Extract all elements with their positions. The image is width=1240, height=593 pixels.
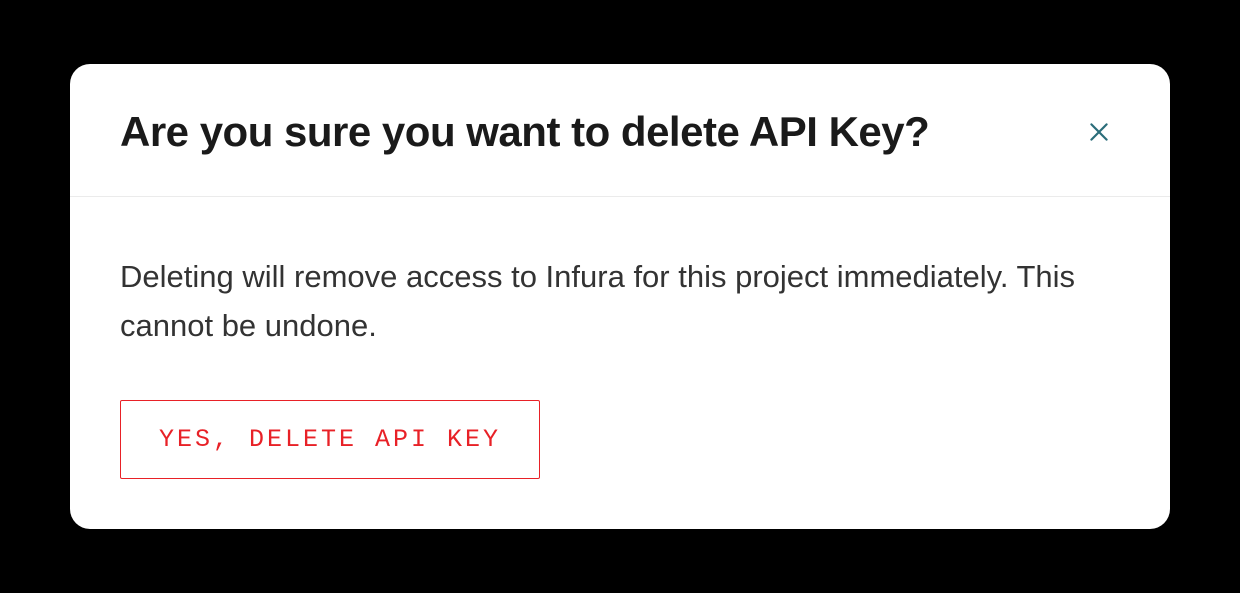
modal-body: Deleting will remove access to Infura fo… [70,197,1170,528]
close-icon [1086,119,1112,145]
delete-api-key-modal: Are you sure you want to delete API Key?… [70,64,1170,528]
close-button[interactable] [1078,111,1120,153]
modal-description: Deleting will remove access to Infura fo… [120,253,1120,349]
confirm-delete-button[interactable]: YES, DELETE API KEY [120,400,540,479]
modal-header: Are you sure you want to delete API Key? [70,64,1170,197]
modal-title: Are you sure you want to delete API Key? [120,108,929,156]
